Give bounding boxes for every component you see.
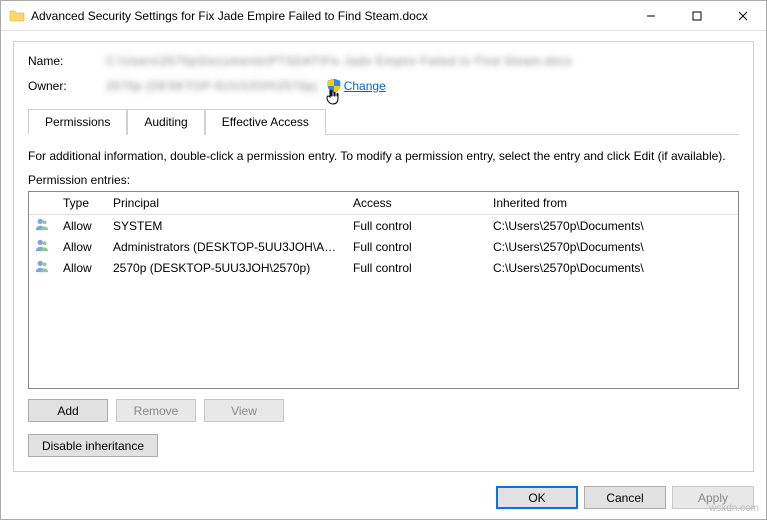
cell-inherited: C:\Users\2570p\Documents\ — [485, 257, 738, 278]
cell-inherited: C:\Users\2570p\Documents\ — [485, 215, 738, 237]
tab-effective-access[interactable]: Effective Access — [205, 109, 326, 135]
person-icon — [35, 241, 49, 255]
remove-button: Remove — [116, 399, 196, 422]
entry-buttons: Add Remove View — [28, 399, 739, 422]
table-row[interactable]: Allow2570p (DESKTOP-5UU3JOH\2570p)Full c… — [29, 257, 738, 278]
table-row[interactable]: AllowSYSTEMFull controlC:\Users\2570p\Do… — [29, 215, 738, 237]
cell-principal: Administrators (DESKTOP-5UU3JOH\Admin... — [105, 236, 345, 257]
cell-inherited: C:\Users\2570p\Documents\ — [485, 236, 738, 257]
cell-access: Full control — [345, 236, 485, 257]
permissions-table: Type Principal Access Inherited from All… — [28, 191, 739, 389]
minimize-button[interactable] — [628, 1, 674, 30]
shield-icon — [326, 78, 342, 94]
owner-label: Owner: — [28, 79, 106, 93]
titlebar: Advanced Security Settings for Fix Jade … — [1, 1, 766, 31]
table-row[interactable]: AllowAdministrators (DESKTOP-5UU3JOH\Adm… — [29, 236, 738, 257]
ok-button[interactable]: OK — [496, 486, 578, 509]
cell-access: Full control — [345, 257, 485, 278]
window-title: Advanced Security Settings for Fix Jade … — [31, 9, 628, 23]
person-icon — [35, 220, 49, 234]
header-type[interactable]: Type — [55, 192, 105, 215]
tab-permissions[interactable]: Permissions — [28, 109, 127, 135]
view-button: View — [204, 399, 284, 422]
security-settings-window: Advanced Security Settings for Fix Jade … — [0, 0, 767, 520]
inner-panel: Name: C:\Users\2570p\Documents\PTSDAT\Fi… — [13, 41, 754, 472]
cell-access: Full control — [345, 215, 485, 237]
close-button[interactable] — [720, 1, 766, 30]
cell-principal: 2570p (DESKTOP-5UU3JOH\2570p) — [105, 257, 345, 278]
add-button[interactable]: Add — [28, 399, 108, 422]
content-area: Name: C:\Users\2570p\Documents\PTSDAT\Fi… — [1, 31, 766, 519]
cell-principal: SYSTEM — [105, 215, 345, 237]
maximize-button[interactable] — [674, 1, 720, 30]
cancel-button[interactable]: Cancel — [584, 486, 666, 509]
tabs: Permissions Auditing Effective Access — [28, 108, 739, 135]
cell-type: Allow — [55, 215, 105, 237]
name-label: Name: — [28, 54, 106, 68]
name-value: C:\Users\2570p\Documents\PTSDAT\Fix Jade… — [106, 54, 572, 68]
tab-auditing[interactable]: Auditing — [127, 109, 204, 135]
dialog-footer: OK Cancel Apply — [13, 482, 754, 509]
disable-inheritance-button[interactable]: Disable inheritance — [28, 434, 158, 457]
person-icon — [35, 262, 49, 276]
cell-type: Allow — [55, 257, 105, 278]
inheritance-row: Disable inheritance — [28, 434, 739, 457]
header-inherited[interactable]: Inherited from — [485, 192, 738, 215]
apply-button: Apply — [672, 486, 754, 509]
header-access[interactable]: Access — [345, 192, 485, 215]
owner-value: 2570p (DESKTOP-5UU3JOH\2570p) — [106, 79, 318, 93]
header-principal[interactable]: Principal — [105, 192, 345, 215]
titlebar-buttons — [628, 1, 766, 30]
change-owner-link[interactable]: Change — [344, 79, 386, 93]
cell-type: Allow — [55, 236, 105, 257]
table-header-row: Type Principal Access Inherited from — [29, 192, 738, 215]
header-icon[interactable] — [29, 192, 55, 215]
entries-label: Permission entries: — [28, 173, 739, 187]
owner-row: Owner: 2570p (DESKTOP-5UU3JOH\2570p) Cha… — [28, 78, 739, 94]
info-text: For additional information, double-click… — [28, 149, 739, 163]
folder-icon — [9, 8, 25, 24]
name-row: Name: C:\Users\2570p\Documents\PTSDAT\Fi… — [28, 54, 739, 68]
